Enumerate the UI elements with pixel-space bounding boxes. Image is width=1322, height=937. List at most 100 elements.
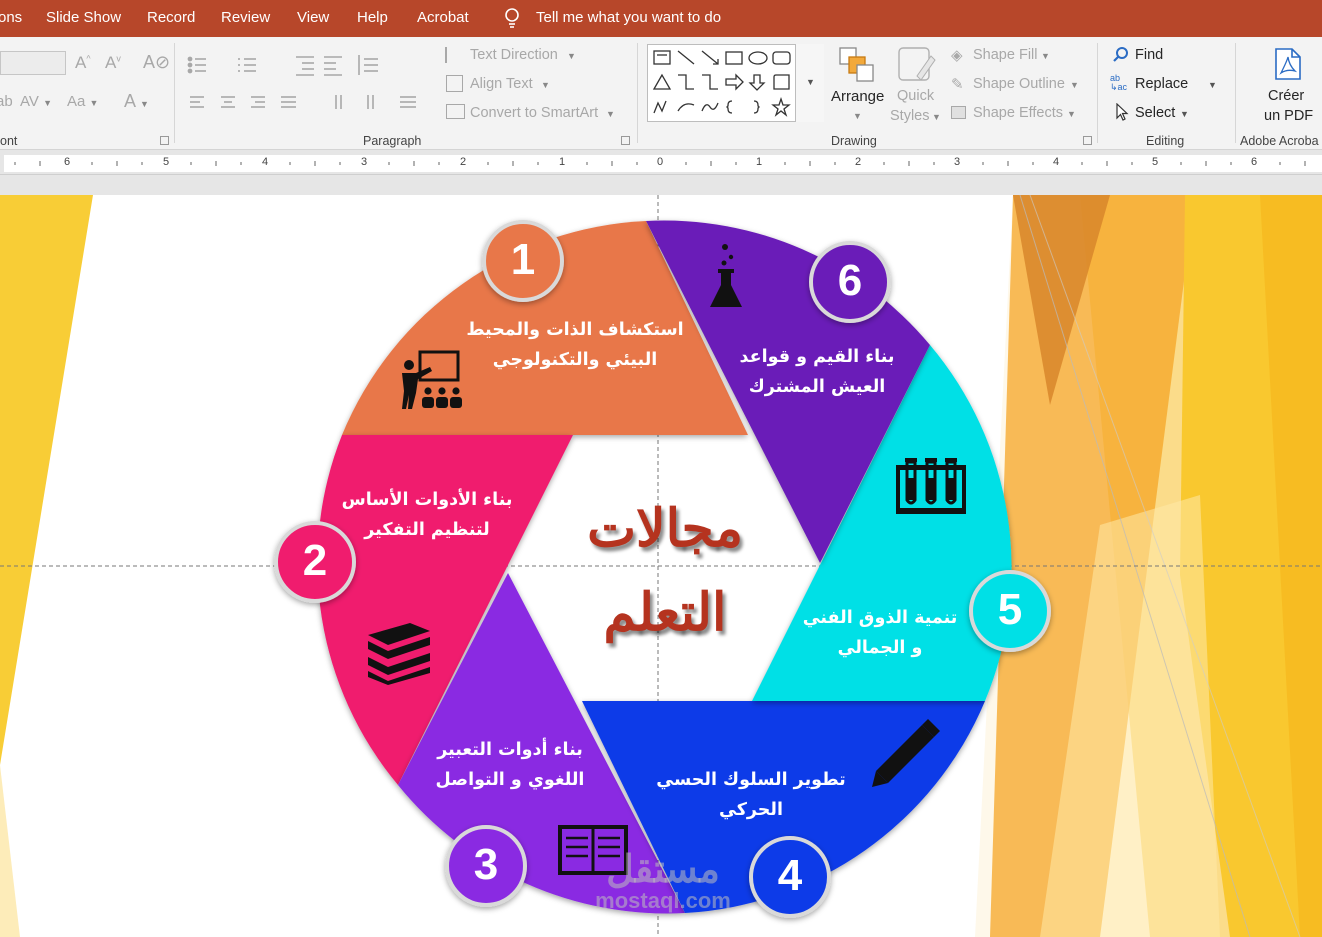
chevron-down-icon: ▼: [567, 51, 576, 61]
search-icon: [1113, 47, 1128, 62]
chevron-down-icon: ▼: [806, 77, 815, 87]
create-pdf-label-2[interactable]: un PDF: [1264, 108, 1313, 124]
slide-canvas[interactable]: 1 2 3 4 5 6 استكشاف الذات والمحيط البيئي…: [0, 195, 1322, 937]
segment-number-4: 4: [777, 851, 803, 900]
shapes-gallery[interactable]: ▼: [647, 44, 824, 122]
quick-styles-label-2[interactable]: Styles: [890, 108, 930, 124]
group-separator: [637, 43, 638, 143]
chevron-down-icon: ▼: [1208, 80, 1217, 90]
segment-5-line-1: تنمية الذوق الفني: [802, 608, 958, 628]
change-case-icon[interactable]: Aa ▼: [67, 93, 98, 110]
text-direction-button[interactable]: Text Direction: [470, 47, 558, 63]
strikethrough-icon[interactable]: ab: [0, 93, 13, 110]
decrease-font-icon[interactable]: Av: [105, 53, 121, 73]
text-direction-icon: [445, 47, 463, 63]
chevron-down-icon: ▼: [1180, 109, 1189, 119]
segment-5-line-2: و الجمالي: [837, 638, 923, 658]
chevron-down-icon: ▼: [1041, 51, 1050, 61]
segment-4-line-2: الحركي: [719, 800, 783, 820]
cursor-arrow-icon: [1116, 103, 1129, 121]
quick-styles-label-1[interactable]: Quick: [897, 88, 934, 104]
shapes-gallery-more[interactable]: ▼: [795, 44, 824, 122]
ribbon: A^ Av A⊘ ab AV ▼ Aa ▼ A ▼ ont Text Direc…: [0, 37, 1322, 150]
font-size-box[interactable]: [0, 51, 66, 75]
left-yellow-shape: [0, 195, 93, 765]
align-text-icon: [446, 75, 463, 92]
segment-1-text: استكشاف الذات والمحيط البيئي والتكنولوجي: [450, 315, 700, 375]
font-color-icon[interactable]: A ▼: [124, 91, 149, 112]
arrange-icon: [839, 47, 874, 82]
paint-bucket-icon: ◈: [951, 47, 963, 64]
shape-effects-button[interactable]: Shape Effects: [973, 105, 1063, 121]
menu-slide-show[interactable]: Slide Show: [46, 9, 121, 26]
increase-font-icon[interactable]: A^: [75, 53, 91, 73]
group-separator: [1235, 43, 1236, 143]
clear-formatting-icon[interactable]: A⊘: [143, 52, 170, 73]
replace-button[interactable]: Replace: [1135, 76, 1188, 92]
segment-4-text: تطوير السلوك الحسي الحركي: [626, 765, 876, 825]
segment-2-line-2: لتنظيم التفكير: [364, 520, 490, 540]
shape-outline-button[interactable]: Shape Outline: [973, 76, 1065, 92]
center-title-line-2: التعلم: [603, 582, 727, 643]
segment-6-line-1: بناء القيم و قواعد: [739, 347, 895, 367]
chevron-down-icon: ▼: [541, 80, 550, 90]
watermark-arabic: مستقل: [606, 849, 720, 891]
pdf-document-icon: [1275, 48, 1301, 80]
align-text-button[interactable]: Align Text: [470, 76, 533, 92]
quick-styles-icon: [898, 47, 936, 81]
drawing-group-label: Drawing: [831, 134, 877, 148]
group-separator: [1097, 43, 1098, 143]
segment-2-text: بناء الأدوات الأساس لتنظيم التفكير: [302, 485, 552, 545]
shape-effects-icon: [951, 106, 966, 119]
menu-acrobat[interactable]: Acrobat: [417, 9, 469, 26]
smartart-icon: [446, 104, 465, 119]
arrange-button[interactable]: Arrange: [831, 88, 884, 105]
segment-6-text: بناء القيم و قواعد العيش المشترك: [692, 342, 942, 402]
segment-1-line-2: البيئي والتكنولوجي: [492, 350, 658, 370]
segment-number-1: 1: [510, 235, 536, 284]
center-title[interactable]: مجالات التعلم: [545, 487, 785, 655]
segment-6-line-2: العيش المشترك: [748, 377, 886, 397]
segment-3-text: بناء أدوات التعبير اللغوي و التواصل: [385, 735, 635, 795]
menu-bar: ons Slide Show Record Review View Help A…: [0, 0, 1322, 37]
canvas-gap: [0, 176, 1322, 196]
center-title-line-1: مجالات: [587, 498, 743, 559]
chevron-down-icon: ▼: [606, 109, 615, 119]
acrobat-group-label: Adobe Acroba: [1240, 134, 1319, 148]
segment-5-text: تنمية الذوق الفني و الجمالي: [755, 603, 1005, 663]
paragraph-dialog-launcher-icon[interactable]: [621, 136, 630, 145]
font-dialog-launcher-icon[interactable]: [160, 136, 169, 145]
segment-number-3: 3: [473, 840, 499, 889]
editing-group-label: Editing: [1146, 134, 1185, 148]
segment-2-line-1: بناء الأدوات الأساس: [341, 490, 513, 510]
tell-me-search[interactable]: Tell me what you want to do: [536, 9, 721, 26]
character-spacing-icon[interactable]: AV ▼: [20, 93, 52, 110]
left-light-shape: [0, 765, 20, 937]
drawing-dialog-launcher-icon[interactable]: [1083, 136, 1092, 145]
font-group-label: ont: [0, 134, 18, 148]
ruler-ticks: [14, 161, 1306, 166]
shape-fill-button[interactable]: Shape Fill: [973, 47, 1037, 63]
watermark-logo: مستقل mostaql.com: [578, 850, 748, 912]
menu-view[interactable]: View: [297, 9, 329, 26]
paragraph-buttons-icons[interactable]: [186, 51, 426, 137]
select-button[interactable]: Select: [1135, 105, 1175, 121]
create-pdf-label-1[interactable]: Créer: [1268, 88, 1304, 104]
find-button[interactable]: Find: [1135, 47, 1163, 63]
powerpoint-window: ons Slide Show Record Review View Help A…: [0, 0, 1322, 937]
menu-review[interactable]: Review: [221, 9, 270, 26]
segment-3-line-1: بناء أدوات التعبير: [437, 740, 583, 760]
lightbulb-icon: [505, 8, 519, 28]
chevron-down-icon: ▼: [932, 112, 941, 122]
menu-record[interactable]: Record: [147, 9, 195, 26]
segment-1-line-1: استكشاف الذات والمحيط: [466, 320, 684, 340]
group-separator: [174, 43, 175, 143]
segment-number-6: 6: [837, 256, 863, 305]
menu-animations[interactable]: ons: [0, 9, 22, 26]
watermark-english: mostaql.com: [595, 888, 731, 913]
segment-3-line-2: اللغوي و التواصل: [435, 770, 585, 790]
replace-icon: ab ↳ac: [1110, 73, 1128, 92]
chevron-down-icon: ▼: [1067, 109, 1076, 119]
menu-help[interactable]: Help: [357, 9, 388, 26]
convert-smartart-button[interactable]: Convert to SmartArt: [470, 105, 598, 121]
